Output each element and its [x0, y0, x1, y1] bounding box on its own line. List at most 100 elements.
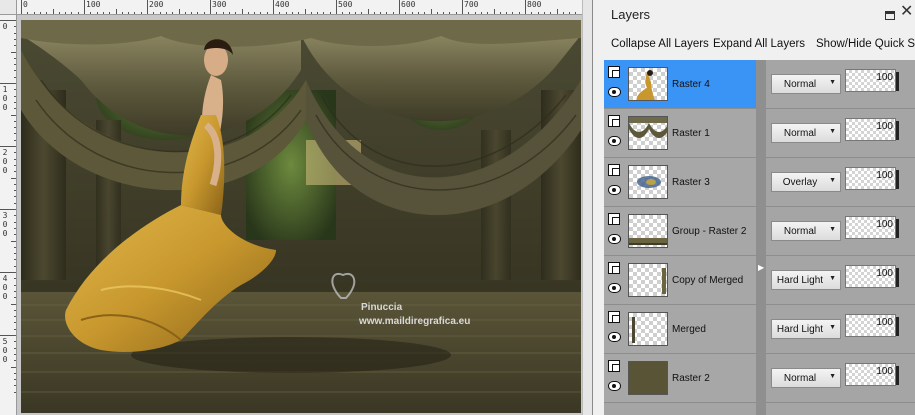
layer-row[interactable]: Raster 1	[604, 109, 756, 158]
opacity-slider-bar[interactable]	[896, 317, 899, 336]
ruler-tick	[27, 12, 29, 14]
layer-row[interactable]: Merged	[604, 305, 756, 354]
ruler-tick	[216, 12, 218, 14]
blend-mode-dropdown[interactable]: Normal ▼	[771, 368, 841, 388]
opacity-slider-bar[interactable]	[896, 170, 899, 189]
visibility-eye-icon[interactable]	[608, 185, 621, 195]
panel-splitter[interactable]: ▶	[756, 60, 766, 415]
ruler-tick	[323, 12, 325, 14]
layer-row[interactable]: Raster 2	[604, 354, 756, 403]
layer-properties: Normal ▼ 100	[766, 109, 915, 158]
visibility-eye-icon[interactable]	[608, 332, 621, 342]
ruler-tick	[165, 12, 167, 14]
ruler-top-label: 600	[401, 0, 416, 9]
image-canvas[interactable]: Pinuccia www.maildiregrafica.eu	[21, 20, 581, 413]
ruler-tick	[562, 12, 564, 14]
ruler-tick	[14, 385, 16, 387]
blend-mode-dropdown[interactable]: Hard Light ▼	[771, 319, 841, 339]
layer-row[interactable]: Group - Raster 2	[604, 207, 756, 256]
opacity-slider-bar[interactable]	[896, 366, 899, 385]
layer-row[interactable]: Raster 3	[604, 158, 756, 207]
restore-icon[interactable]	[885, 11, 895, 20]
blend-mode-dropdown[interactable]: Normal ▼	[771, 123, 841, 143]
canvas-area[interactable]: 0100200300400500600700800900 01002003004…	[0, 0, 592, 415]
opacity-field[interactable]: 100	[845, 363, 899, 386]
layer-link-icon[interactable]	[608, 213, 620, 225]
ruler-tick	[134, 12, 136, 14]
layer-name: Merged	[672, 324, 706, 335]
blend-mode-dropdown[interactable]: Normal ▼	[771, 74, 841, 94]
blend-mode-dropdown[interactable]: Hard Light ▼	[771, 270, 841, 290]
opacity-field[interactable]: 100	[845, 314, 899, 337]
visibility-eye-icon[interactable]	[608, 136, 621, 146]
opacity-slider-bar[interactable]	[896, 219, 899, 238]
ruler-tick	[121, 12, 123, 14]
layer-thumbnail	[628, 214, 668, 248]
ruler-top: 0100200300400500600700800900	[17, 0, 582, 15]
ruler-tick	[77, 12, 79, 14]
opacity-slider-bar[interactable]	[896, 268, 899, 287]
visibility-eye-icon[interactable]	[608, 234, 621, 244]
show-hide-quick-button[interactable]: Show/Hide Quick Se	[816, 38, 915, 50]
layer-link-icon[interactable]	[608, 360, 620, 372]
ruler-tick	[436, 12, 438, 14]
layer-link-icon[interactable]	[608, 311, 620, 323]
opacity-field[interactable]: 100	[845, 118, 899, 141]
opacity-slider-bar[interactable]	[896, 121, 899, 140]
blend-mode-dropdown[interactable]: Overlay ▼	[771, 172, 841, 192]
panel-title: Layers	[611, 7, 651, 22]
collapse-all-button[interactable]: Collapse All Layers	[611, 38, 709, 50]
visibility-eye-icon[interactable]	[608, 87, 621, 97]
ruler-tick	[14, 341, 16, 343]
layer-row[interactable]: Copy of Merged	[604, 256, 756, 305]
opacity-field[interactable]: 100	[845, 167, 899, 190]
layer-icons	[608, 262, 622, 298]
ruler-left-label: 0	[2, 292, 8, 301]
blend-mode-dropdown[interactable]: Normal ▼	[771, 221, 841, 241]
ruler-tick	[556, 9, 558, 14]
visibility-eye-icon[interactable]	[608, 283, 621, 293]
expand-all-button[interactable]: Expand All Layers	[713, 38, 805, 50]
ruler-tick	[14, 108, 16, 110]
layers-toolbar: Collapse All Layers Expand All Layers Sh…	[593, 30, 915, 60]
ruler-tick	[386, 12, 388, 14]
ruler-tick	[468, 12, 470, 14]
opacity-field[interactable]: 100	[845, 216, 899, 239]
layer-properties: Hard Light ▼ 100	[766, 256, 915, 305]
ruler-tick	[518, 12, 520, 14]
close-icon[interactable]: ✕	[900, 4, 913, 20]
ruler-top-label: 300	[212, 0, 227, 9]
ruler-top-label: 200	[149, 0, 164, 9]
ruler-left: 0100200300400500	[0, 15, 17, 415]
ruler-tick	[14, 297, 16, 299]
ruler-tick	[361, 12, 363, 14]
ruler-tick	[310, 12, 312, 14]
ruler-top-label: 0	[23, 0, 28, 9]
ruler-tick	[14, 26, 16, 28]
opacity-value: 100	[876, 366, 893, 377]
ruler-tick	[14, 190, 16, 192]
ruler-tick	[52, 9, 54, 14]
ruler-left-label: 5	[2, 337, 8, 346]
ruler-tick	[14, 171, 16, 173]
layer-link-icon[interactable]	[608, 164, 620, 176]
visibility-eye-icon[interactable]	[608, 381, 621, 391]
ruler-tick	[14, 253, 16, 255]
layer-link-icon[interactable]	[608, 115, 620, 127]
opacity-field[interactable]: 100	[845, 265, 899, 288]
opacity-slider-bar[interactable]	[896, 72, 899, 91]
layer-row[interactable]: Raster 4	[604, 60, 756, 109]
opacity-field[interactable]: 100	[845, 69, 899, 92]
vertical-scrollbar[interactable]	[582, 0, 592, 415]
ruler-tick	[14, 45, 16, 47]
ruler-tick	[14, 290, 16, 292]
splitter-arrow-icon[interactable]: ▶	[758, 263, 764, 272]
dropdown-arrow-icon: ▼	[829, 177, 836, 184]
ruler-tick	[474, 12, 476, 14]
ruler-tick	[14, 158, 16, 160]
layer-link-icon[interactable]	[608, 66, 620, 78]
ruler-tick	[109, 12, 111, 14]
ruler-left-label: 0	[2, 103, 8, 112]
layer-link-icon[interactable]	[608, 262, 620, 274]
ruler-tick	[0, 146, 16, 147]
